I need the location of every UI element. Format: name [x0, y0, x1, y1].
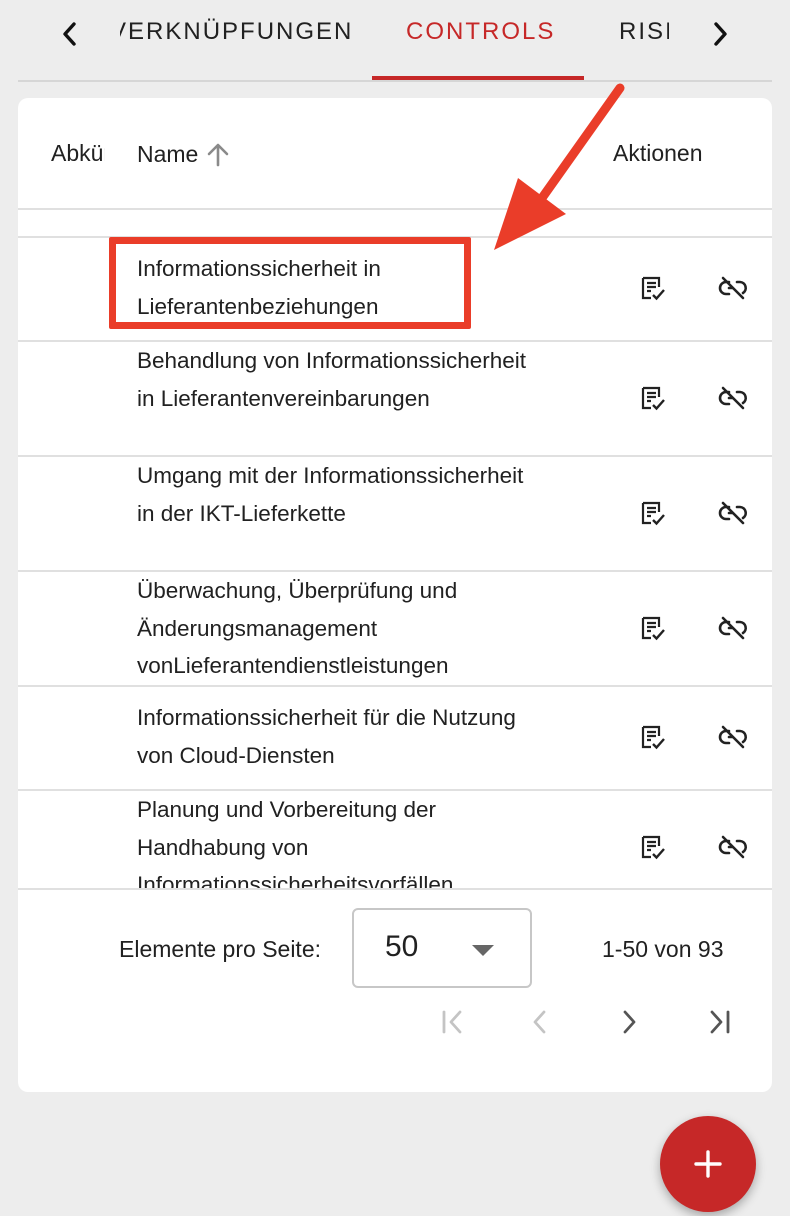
items-per-page-value: 50	[385, 930, 419, 963]
unlink-icon	[718, 616, 747, 640]
edit-checklist-icon	[641, 386, 665, 411]
unlink-icon	[718, 725, 747, 749]
edit-checklist-icon	[641, 725, 665, 750]
first-page-icon	[442, 1010, 462, 1034]
edit-control-button[interactable]	[633, 268, 673, 308]
paginator: Elemente pro Seite: 50 1-50 von 93	[18, 888, 772, 1092]
annotation-arrow-icon	[494, 83, 625, 250]
edit-checklist-icon	[641, 501, 665, 526]
table-row[interactable]	[18, 210, 772, 236]
column-header-name[interactable]: Name	[137, 140, 232, 168]
chevron-right-icon	[714, 22, 727, 46]
tab-verknuepfungen[interactable]: VERKNÜPFUNGEN	[120, 18, 353, 46]
dropdown-caret-icon	[472, 945, 494, 956]
items-per-page-label: Elemente pro Seite:	[119, 936, 322, 962]
first-page-button[interactable]	[431, 1000, 475, 1044]
unlink-icon	[718, 501, 747, 525]
row-name: Umgang mit der Informationssicherheit in…	[137, 463, 524, 526]
unlink-control-button[interactable]	[713, 827, 753, 867]
previous-page-button[interactable]	[518, 1000, 562, 1044]
plus-icon	[694, 1150, 722, 1178]
edit-checklist-icon	[641, 835, 665, 860]
unlink-icon	[718, 386, 747, 410]
unlink-icon	[718, 276, 747, 300]
edit-checklist-icon	[641, 276, 665, 301]
edit-checklist-icon	[641, 616, 665, 641]
table-row[interactable]: Informationssicherheit für die Nutzung v…	[18, 685, 772, 789]
unlink-control-button[interactable]	[713, 493, 753, 533]
table-header-row: Abkürzung Name Aktionen	[18, 98, 772, 210]
table-row[interactable]: Umgang mit der Informationssicherheit in…	[18, 455, 772, 570]
chevron-left-icon	[533, 1010, 546, 1034]
unlink-control-button[interactable]	[713, 608, 753, 648]
column-header-abbreviation[interactable]: Abkürzung	[51, 140, 105, 167]
arrow-up-icon	[208, 143, 229, 167]
column-header-name-label: Name	[137, 140, 199, 167]
unlink-control-button[interactable]	[713, 378, 753, 418]
tab-scroll-left-button[interactable]	[52, 14, 88, 54]
items-per-page-select[interactable]: 50	[352, 908, 532, 988]
chevron-right-icon	[623, 1010, 636, 1034]
page-range-label: 1-50 von 93	[602, 936, 724, 962]
next-page-button[interactable]	[607, 1000, 651, 1044]
tab-controls[interactable]: CONTROLS	[406, 18, 555, 46]
row-name: Überwachung, Überprüfung und Änderungsma…	[137, 578, 458, 679]
last-page-button[interactable]	[697, 1000, 741, 1044]
last-page-icon	[710, 1010, 730, 1034]
unlink-control-button[interactable]	[713, 268, 753, 308]
row-name: Informationssicherheit für die Nutzung v…	[137, 705, 516, 768]
edit-control-button[interactable]	[633, 378, 673, 418]
tab-risiken[interactable]: RISIKEN	[619, 18, 669, 46]
edit-control-button[interactable]	[633, 827, 673, 867]
table-row[interactable]: Überwachung, Überprüfung und Änderungsma…	[18, 570, 772, 685]
edit-control-button[interactable]	[633, 493, 673, 533]
unlink-control-button[interactable]	[713, 717, 753, 757]
chevron-left-icon	[63, 22, 76, 46]
row-name: Planung und Vorbereitung der Handhabung …	[137, 797, 454, 888]
table-row[interactable]: Planung und Vorbereitung der Handhabung …	[18, 789, 772, 888]
tab-bar: VERKNÜPFUNGEN CONTROLS RISIKEN	[18, 0, 772, 82]
row-name: Behandlung von Informationssicherheit in…	[137, 348, 526, 411]
edit-control-button[interactable]	[633, 717, 673, 757]
tab-scroll-right-button[interactable]	[702, 14, 738, 54]
table-row[interactable]: Behandlung von Informationssicherheit in…	[18, 340, 772, 455]
add-control-fab[interactable]	[660, 1116, 756, 1212]
unlink-icon	[718, 835, 747, 859]
highlight-box	[109, 237, 471, 329]
edit-control-button[interactable]	[633, 608, 673, 648]
